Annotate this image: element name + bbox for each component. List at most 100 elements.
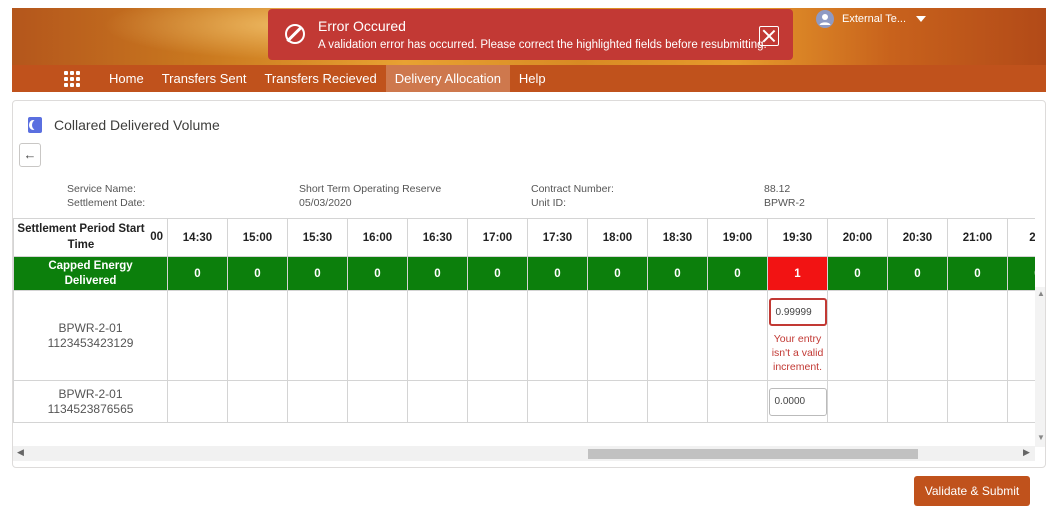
capped-value: 0: [287, 256, 348, 291]
column-header: 15:00: [227, 218, 288, 257]
table-row: BPWR-2-01 1123453423129 0.99999 Your ent…: [13, 290, 1035, 381]
toast-close-icon[interactable]: [759, 26, 779, 46]
contract-number-value: 88.12: [764, 183, 791, 195]
grid-cell[interactable]: [347, 290, 408, 381]
grid-cell[interactable]: [947, 380, 1008, 423]
grid-cell[interactable]: [647, 290, 708, 381]
grid-cell[interactable]: [287, 380, 348, 423]
info-values-left: Short Term Operating Reserve 05/03/2020: [299, 182, 441, 210]
scroll-right-icon[interactable]: ▶: [1023, 447, 1030, 458]
toast-title: Error Occured: [318, 18, 406, 34]
volume-card: Collared Delivered Volume ← Service Name…: [12, 100, 1046, 468]
service-name-label: Service Name:: [67, 183, 136, 195]
grid-cell[interactable]: [527, 380, 588, 423]
grid-cell[interactable]: [347, 380, 408, 423]
card-header: Collared Delivered Volume: [28, 117, 220, 133]
moon-icon: [28, 117, 42, 133]
column-header: 18:00: [587, 218, 648, 257]
scrollbar-thumb[interactable]: [588, 449, 918, 459]
horizontal-scrollbar[interactable]: ◀ ▶: [13, 446, 1035, 461]
scroll-down-icon[interactable]: ▼: [1037, 433, 1045, 442]
capped-value: 0: [347, 256, 408, 291]
back-button[interactable]: ←: [19, 143, 41, 167]
column-header: 21:00: [947, 218, 1008, 257]
chevron-down-icon[interactable]: [916, 16, 926, 22]
info-values-right: 88.12 BPWR-2: [764, 182, 805, 210]
column-header: 14:30: [167, 218, 228, 257]
info-labels-left: Service Name: Settlement Date:: [67, 182, 145, 210]
capped-value: 0: [167, 256, 228, 291]
toast-message: A validation error has occurred. Please …: [318, 39, 767, 51]
row-reference: 1134523876565: [47, 401, 134, 416]
capped-value: 0: [407, 256, 468, 291]
grid-cell[interactable]: [587, 290, 648, 381]
app-frame: External Te... Home Transfers Sent Trans…: [0, 0, 1046, 506]
grid-cell[interactable]: [827, 380, 888, 423]
capped-value: 0: [467, 256, 528, 291]
grid-cell[interactable]: [467, 380, 528, 423]
grid-cell[interactable]: [407, 380, 468, 423]
vertical-scrollbar[interactable]: ▲ ▼: [1035, 287, 1045, 447]
user-menu[interactable]: External Te...: [780, 8, 926, 30]
capped-value-error: 1: [767, 256, 828, 291]
grid-cell[interactable]: [287, 290, 348, 381]
column-header: 19:00: [707, 218, 768, 257]
capped-value: 0: [1007, 256, 1035, 291]
capped-value: 0: [647, 256, 708, 291]
capped-value: 0: [827, 256, 888, 291]
grid-cell[interactable]: [167, 380, 228, 423]
grid-cell[interactable]: [947, 290, 1008, 381]
capped-energy-row: Capped Energy Delivered 0 0 0 0 0 0 0 0 …: [13, 256, 1035, 291]
card-title: Collared Delivered Volume: [54, 117, 220, 133]
column-header: 15:30: [287, 218, 348, 257]
grid-cell[interactable]: [527, 290, 588, 381]
nav-delivery-allocation[interactable]: Delivery Allocation: [385, 65, 510, 92]
grid-cell[interactable]: [227, 290, 288, 381]
capped-value: 0: [227, 256, 288, 291]
capped-value: 0: [587, 256, 648, 291]
grid-cell-input: 0.0000: [767, 380, 828, 423]
table-header-row: Settlement Period Start Time 00 14:30 15…: [13, 218, 1035, 257]
grid-cell[interactable]: [887, 380, 948, 423]
grid-cell[interactable]: [167, 290, 228, 381]
grid-cell[interactable]: [1007, 290, 1035, 381]
grid-cell[interactable]: [227, 380, 288, 423]
column-header: 20:30: [887, 218, 948, 257]
grid-cell[interactable]: [707, 290, 768, 381]
nav-home[interactable]: Home: [100, 65, 153, 92]
grid-cell[interactable]: [467, 290, 528, 381]
grid-cell[interactable]: [647, 380, 708, 423]
error-ban-icon: [285, 24, 305, 44]
service-name-value: Short Term Operating Reserve: [299, 183, 442, 195]
volume-input[interactable]: 0.0000: [768, 387, 827, 416]
grid-cell[interactable]: [707, 380, 768, 423]
grid-cell[interactable]: [1007, 380, 1035, 423]
column-header: 18:30: [647, 218, 708, 257]
column-header: 17:30: [527, 218, 588, 257]
grid-cell[interactable]: [887, 290, 948, 381]
row-label: BPWR-2-01 1134523876565: [13, 380, 168, 423]
scroll-left-icon[interactable]: ◀: [17, 447, 24, 458]
contract-number-label: Contract Number:: [531, 183, 614, 195]
app-launcher-icon[interactable]: [60, 69, 86, 89]
scroll-up-icon[interactable]: ▲: [1037, 289, 1045, 298]
unit-id-label: Unit ID:: [531, 197, 567, 209]
grid-cell[interactable]: [587, 380, 648, 423]
grid-cell[interactable]: [827, 290, 888, 381]
nav-help[interactable]: Help: [510, 65, 555, 92]
capped-value: 0: [707, 256, 768, 291]
row-reference: 1123453423129: [47, 335, 134, 350]
capped-value: 0: [947, 256, 1008, 291]
capped-energy-label: Capped Energy Delivered: [13, 256, 168, 291]
info-labels-right: Contract Number: Unit ID:: [531, 182, 614, 210]
grid-cell[interactable]: [407, 290, 468, 381]
volume-input-invalid[interactable]: 0.99999: [768, 297, 827, 326]
user-name: External Te...: [842, 13, 906, 25]
settlement-grid: Settlement Period Start Time 00 14:30 15…: [13, 218, 1035, 448]
nav-transfers-sent[interactable]: Transfers Sent: [153, 65, 256, 92]
row-label: BPWR-2-01 1123453423129: [13, 290, 168, 381]
validation-error: Your entry isn't a valid increment.: [771, 332, 824, 373]
settlement-date-label: Settlement Date:: [67, 197, 146, 209]
nav-transfers-recieved[interactable]: Transfers Recieved: [255, 65, 385, 92]
column-header: 17:00: [467, 218, 528, 257]
